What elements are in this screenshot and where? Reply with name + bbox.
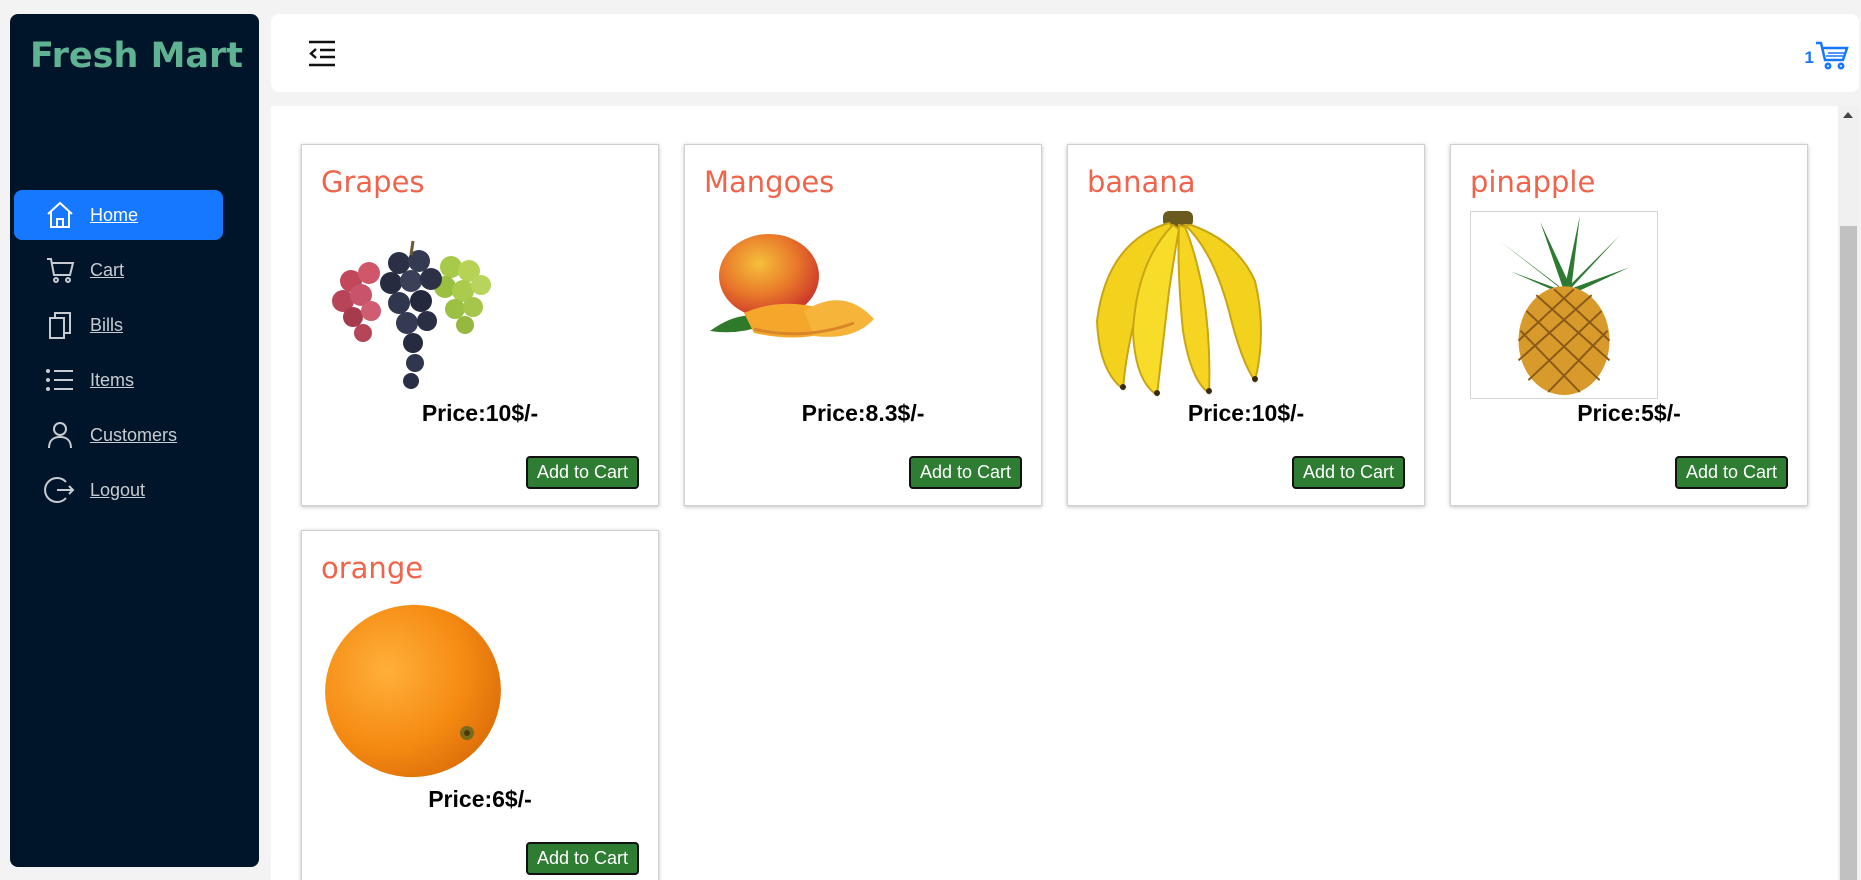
product-card-pinapple: pinapple Price:5$/- Add to Cart: [1450, 144, 1808, 506]
product-name: orange: [321, 551, 424, 585]
product-card-orange: orange Price:6$/- Add to Cart: [301, 530, 659, 880]
product-grid: Grapes Price:10$/- Add to Cart Mangoes P…: [301, 144, 1808, 880]
product-name: Grapes: [321, 165, 425, 199]
product-name: banana: [1087, 165, 1196, 199]
add-to-cart-button[interactable]: Add to Cart: [908, 456, 1022, 489]
header-cart-button[interactable]: 1: [1805, 40, 1849, 70]
add-to-cart-button[interactable]: Add to Cart: [525, 842, 639, 875]
sidebar-menu: Home Cart Bills Items Customers Logout: [14, 190, 223, 520]
add-to-cart-button[interactable]: Add to Cart: [1291, 456, 1405, 489]
sidebar-item-logout[interactable]: Logout: [14, 465, 223, 515]
scroll-up-arrow-icon[interactable]: [1843, 112, 1853, 118]
sidebar-item-cart[interactable]: Cart: [14, 245, 223, 295]
list-icon: [44, 364, 76, 396]
content-scrollbar[interactable]: [1838, 106, 1859, 880]
cart-icon: [44, 254, 76, 286]
shopping-cart-icon: [1816, 41, 1849, 70]
sidebar-item-label: Customers: [90, 424, 178, 445]
logout-icon: [44, 474, 76, 506]
product-card-banana: banana Price:10$/- Add to Cart: [1067, 144, 1425, 506]
brand-logo: Fresh Mart: [30, 36, 244, 76]
mango-image: [710, 234, 874, 338]
grapes-dark-bunch: [380, 250, 442, 389]
sidebar-item-label: Bills: [90, 314, 124, 335]
orange-image: [325, 604, 501, 778]
pineapple-image: [1470, 211, 1658, 399]
product-price: Price:10$/-: [421, 400, 539, 426]
product-name: Mangoes: [704, 165, 835, 199]
grapes-red-bunch: [332, 262, 381, 342]
product-card-mangoes: Mangoes Price:8.3$/- Add to Cart: [684, 144, 1042, 506]
menu-fold-button[interactable]: [305, 36, 339, 70]
scrollbar-thumb[interactable]: [1840, 226, 1857, 880]
product-price: Price:10$/-: [1187, 400, 1305, 426]
sidebar: Fresh Mart Home Cart Bills Items Custome…: [10, 14, 259, 867]
sidebar-item-home[interactable]: Home: [14, 190, 223, 240]
sidebar-item-customers[interactable]: Customers: [14, 410, 223, 460]
grapes-image: [332, 240, 491, 389]
sidebar-item-items[interactable]: Items: [14, 355, 223, 405]
add-to-cart-button[interactable]: Add to Cart: [525, 456, 639, 489]
sidebar-item-label: Home: [90, 204, 139, 225]
home-icon: [44, 199, 76, 231]
sidebar-item-label: Logout: [90, 479, 146, 500]
sidebar-item-label: Items: [90, 369, 135, 390]
product-price: Price:5$/-: [1577, 400, 1681, 426]
product-price: Price:8.3$/-: [801, 400, 925, 426]
product-price: Price:6$/-: [428, 786, 532, 812]
top-header: 1: [271, 14, 1859, 92]
product-grid-area: Grapes Price:10$/- Add to Cart Mangoes P…: [271, 106, 1838, 880]
sidebar-item-label: Cart: [90, 259, 125, 280]
menu-fold-icon: [309, 40, 335, 67]
cart-count-badge: 1: [1804, 48, 1814, 67]
sidebar-item-bills[interactable]: Bills: [14, 300, 223, 350]
add-to-cart-button[interactable]: Add to Cart: [1674, 456, 1788, 489]
user-icon: [44, 419, 76, 451]
copy-icon: [44, 309, 76, 341]
product-name: pinapple: [1470, 165, 1596, 199]
grapes-green-bunch: [434, 256, 491, 334]
banana-image: [1095, 211, 1262, 397]
product-card-grapes: Grapes Price:10$/- Add to Cart: [301, 144, 659, 506]
